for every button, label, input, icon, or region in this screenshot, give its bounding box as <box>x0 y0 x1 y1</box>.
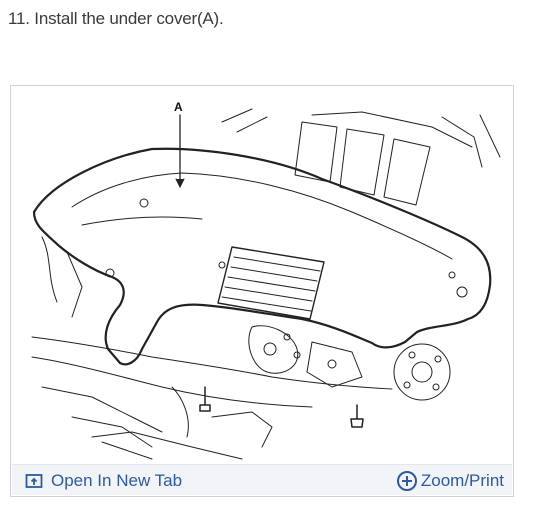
zoom-plus-circle-icon <box>396 470 418 492</box>
figure-container: A Open In New Tab Zoom/Print <box>10 85 514 497</box>
callout-label-a: A <box>174 100 183 114</box>
step-instruction: 11. Install the under cover(A). <box>8 9 224 28</box>
zoom-print-label: Zoom/Print <box>420 470 504 490</box>
open-new-tab-icon <box>25 473 43 489</box>
figure-toolbar: Open In New Tab Zoom/Print <box>12 464 512 495</box>
under-cover-illustration: A <box>12 87 512 465</box>
open-new-tab-label: Open In New Tab <box>51 470 183 490</box>
zoom-print-button[interactable]: Zoom/Print <box>396 465 504 496</box>
open-new-tab-button[interactable]: Open In New Tab <box>25 465 182 496</box>
